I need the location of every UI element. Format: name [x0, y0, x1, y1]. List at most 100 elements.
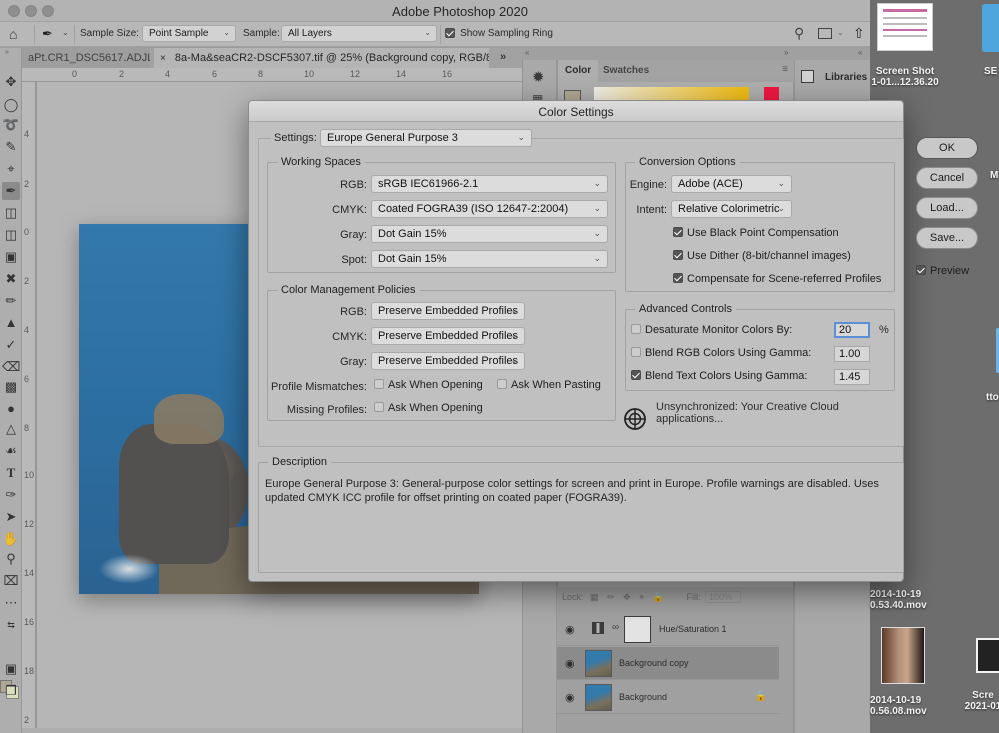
- divider: [34, 25, 35, 44]
- preview-checkbox[interactable]: Preview: [916, 265, 969, 277]
- divider: [440, 25, 441, 44]
- policy-gray-label: Gray:: [340, 356, 367, 368]
- save-button[interactable]: Save...: [916, 227, 978, 249]
- search-icon[interactable]: ⚲: [794, 25, 804, 42]
- dialog-title-bar[interactable]: Color Settings: [249, 101, 903, 122]
- sample-size-label: Sample Size:: [80, 28, 139, 39]
- intent-select[interactable]: Relative Colorimetric ⌄: [671, 200, 792, 218]
- checkbox-unchecked-icon: [374, 402, 384, 413]
- policy-rgb-label: RGB:: [340, 306, 367, 318]
- working-spot-value: Dot Gain 15%: [378, 253, 447, 265]
- desktop-file-label[interactable]: Scre 2021-01: [958, 690, 999, 712]
- engine-select[interactable]: Adobe (ACE) ⌄: [671, 175, 792, 193]
- desktop-folder-icon[interactable]: [982, 4, 999, 52]
- scene-referred-checkbox[interactable]: Compensate for Scene-referred Profiles: [673, 273, 881, 285]
- cancel-button[interactable]: Cancel: [916, 167, 978, 189]
- settings-preset-select[interactable]: Europe General Purpose 3 ⌄: [320, 129, 532, 147]
- working-spot-select[interactable]: Dot Gain 15% ⌄: [371, 250, 608, 268]
- percent-unit-label: %: [879, 324, 889, 336]
- advanced-controls-title: Advanced Controls: [635, 303, 736, 315]
- working-gray-select[interactable]: Dot Gain 15% ⌄: [371, 225, 608, 243]
- desktop-file-thumbnail[interactable]: [877, 3, 933, 51]
- policy-gray-value: Preserve Embedded Profiles: [378, 355, 519, 367]
- blend-text-gamma-checkbox[interactable]: Blend Text Colors Using Gamma:: [631, 370, 807, 382]
- working-spot-label: Spot:: [341, 254, 367, 266]
- chevron-down-icon[interactable]: ⌄: [837, 28, 844, 37]
- policy-gray-select[interactable]: Preserve Embedded Profiles ⌄: [371, 352, 525, 370]
- chevron-down-icon: ⌄: [593, 228, 601, 238]
- engine-label: Engine:: [629, 179, 667, 191]
- working-rgb-select[interactable]: sRGB IEC61966-2.1 ⌄: [371, 175, 608, 193]
- chevron-down-icon: ⌄: [593, 253, 601, 263]
- checkbox-checked-icon: [445, 28, 455, 39]
- desktop-file-label-partial[interactable]: M: [990, 170, 998, 181]
- load-button[interactable]: Load...: [916, 197, 978, 219]
- checkbox-unchecked-icon: [631, 347, 641, 358]
- blend-rgb-gamma-checkbox[interactable]: Blend RGB Colors Using Gamma:: [631, 347, 811, 359]
- preview-label: Preview: [930, 265, 970, 277]
- missing-profiles-label: Missing Profiles:: [286, 404, 367, 416]
- ok-button[interactable]: OK: [916, 137, 978, 159]
- desktop-file-label[interactable]: Screen Shot 1-01...12.36.20: [870, 66, 940, 88]
- options-bar: ⌂ ✒ ⌄ Sample Size: Point Sample ⌄ Sample…: [0, 22, 870, 47]
- black-point-compensation-checkbox[interactable]: Use Black Point Compensation: [673, 227, 839, 239]
- working-gray-value: Dot Gain 15%: [378, 228, 447, 240]
- missing-ask-opening-checkbox[interactable]: Ask When Opening: [374, 402, 483, 414]
- workspace-icon[interactable]: [818, 28, 832, 39]
- desktop-file-label-partial[interactable]: tto: [986, 392, 999, 403]
- chevron-down-icon: ⌄: [510, 355, 518, 365]
- checkbox-label: Use Black Point Compensation: [687, 227, 839, 239]
- checkbox-label: Ask When Pasting: [511, 379, 601, 391]
- working-rgb-label: RGB:: [340, 179, 367, 191]
- sample-size-select[interactable]: Point Sample ⌄: [142, 25, 236, 42]
- color-settings-dialog: Color Settings Settings: Europe General …: [248, 100, 904, 582]
- checkbox-unchecked-icon: [631, 324, 641, 335]
- sample-label: Sample:: [243, 28, 280, 39]
- desktop-file-label[interactable]: 2014-10-19 0.53.40.mov: [870, 589, 927, 611]
- checkbox-label: Use Dither (8-bit/channel images): [687, 250, 851, 262]
- policy-rgb-select[interactable]: Preserve Embedded Profiles ⌄: [371, 302, 525, 320]
- creative-cloud-sync-icon: [623, 407, 647, 431]
- blend-text-gamma-input[interactable]: 1.45: [834, 369, 870, 385]
- sample-size-value: Point Sample: [149, 28, 209, 39]
- blend-rgb-gamma-input[interactable]: 1.00: [834, 346, 870, 362]
- checkbox-label: Ask When Opening: [388, 379, 483, 391]
- eyedropper-tool-preset-icon[interactable]: ✒: [42, 26, 53, 42]
- settings-label: Settings:: [271, 132, 320, 144]
- working-cmyk-select[interactable]: Coated FOGRA39 (ISO 12647-2:2004) ⌄: [371, 200, 608, 218]
- chevron-down-icon: ⌄: [424, 28, 431, 37]
- working-rgb-value: sRGB IEC61966-2.1: [378, 178, 479, 190]
- working-cmyk-label: CMYK:: [332, 204, 367, 216]
- policy-cmyk-select[interactable]: Preserve Embedded Profiles ⌄: [371, 327, 525, 345]
- chevron-down-icon[interactable]: ⌄: [62, 28, 69, 37]
- show-sampling-ring-checkbox[interactable]: Show Sampling Ring: [445, 27, 553, 39]
- desktop-file-label[interactable]: 2014-10-19 0.56.08.mov: [870, 695, 940, 717]
- policy-cmyk-label: CMYK:: [332, 331, 367, 343]
- use-dither-checkbox[interactable]: Use Dither (8-bit/channel images): [673, 250, 851, 262]
- chevron-down-icon: ⌄: [510, 330, 518, 340]
- chevron-down-icon: ⌄: [593, 203, 601, 213]
- mismatch-ask-pasting-checkbox[interactable]: Ask When Pasting: [497, 379, 601, 391]
- chevron-down-icon: ⌄: [777, 178, 785, 188]
- mismatch-ask-opening-checkbox[interactable]: Ask When Opening: [374, 379, 483, 391]
- desaturate-monitor-checkbox[interactable]: Desaturate Monitor Colors By:: [631, 324, 792, 336]
- checkbox-checked-icon: [673, 273, 683, 284]
- checkbox-unchecked-icon: [374, 379, 384, 390]
- divider: [74, 25, 75, 44]
- engine-value: Adobe (ACE): [678, 178, 743, 190]
- desktop-file-label[interactable]: SE: [984, 66, 997, 77]
- show-sampling-ring-label: Show Sampling Ring: [460, 28, 553, 39]
- checkbox-label: Desaturate Monitor Colors By:: [645, 324, 793, 336]
- checkbox-checked-icon: [631, 370, 641, 381]
- desaturate-percent-input[interactable]: 20: [834, 322, 870, 338]
- home-icon[interactable]: ⌂: [9, 26, 17, 42]
- desktop-file-thumbnail[interactable]: [976, 638, 999, 673]
- checkbox-label: Ask When Opening: [388, 402, 483, 414]
- sync-status-text: Unsynchronized: Your Creative Cloud appl…: [656, 401, 839, 425]
- checkbox-checked-icon: [916, 265, 926, 276]
- desktop-video-thumbnail[interactable]: [881, 627, 925, 684]
- sample-value: All Layers: [288, 28, 332, 39]
- chevron-down-icon: ⌄: [510, 305, 518, 315]
- share-icon[interactable]: ⇧: [853, 25, 865, 42]
- sample-select[interactable]: All Layers ⌄: [281, 25, 437, 42]
